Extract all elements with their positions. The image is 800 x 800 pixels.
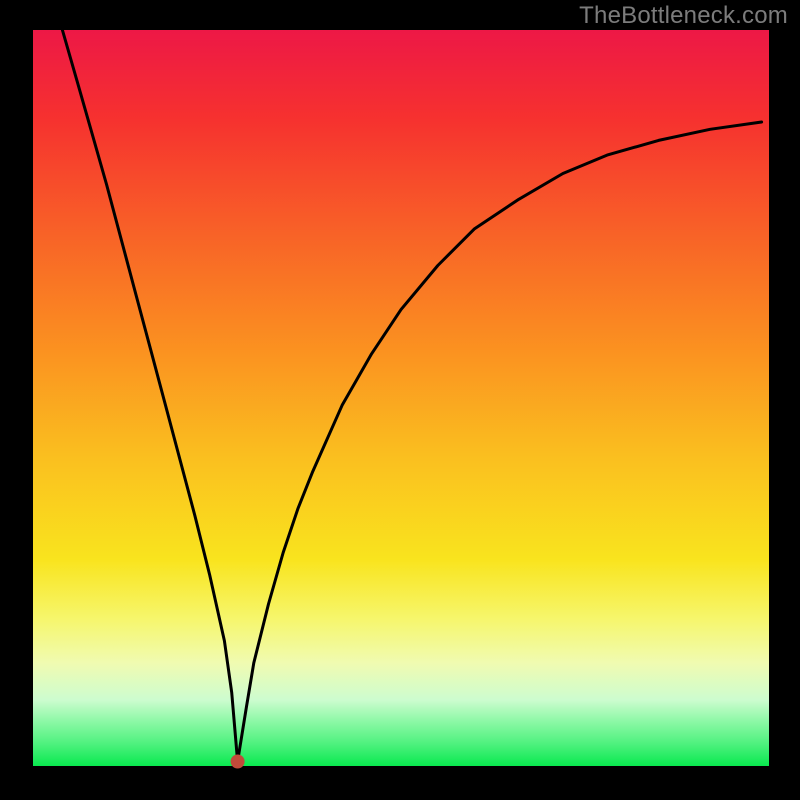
curve-svg [33, 30, 769, 766]
plot-area [33, 30, 769, 766]
minimum-point-marker [231, 755, 245, 769]
bottleneck-curve [62, 30, 761, 762]
chart-container: TheBottleneck.com [0, 0, 800, 800]
watermark-text: TheBottleneck.com [579, 2, 788, 30]
